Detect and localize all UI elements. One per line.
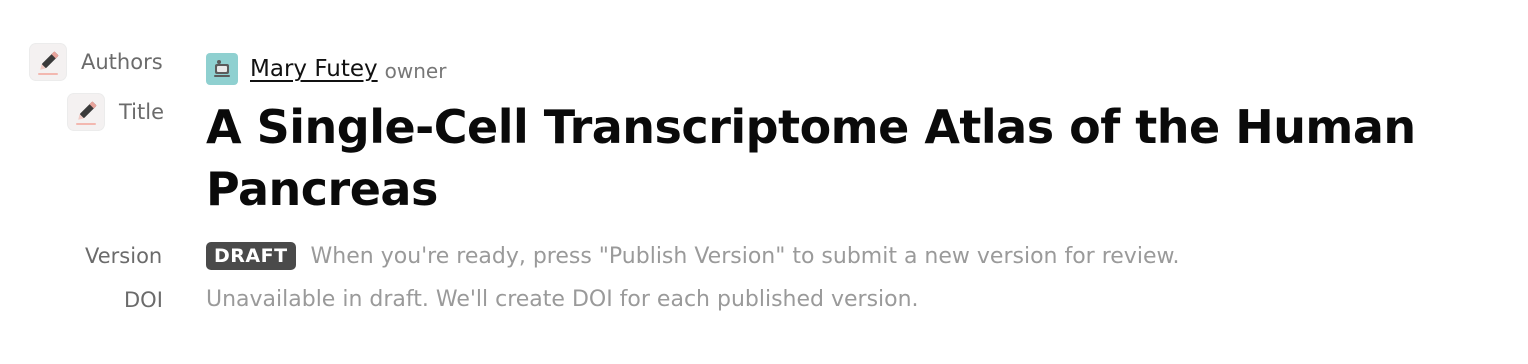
author-entry: Mary Futey owner [206, 52, 446, 86]
title-edit-icon[interactable] [68, 94, 104, 130]
avatar-illustration-icon [206, 53, 238, 85]
authors-edit-icon[interactable] [30, 44, 66, 80]
author-role: owner [384, 58, 447, 83]
version-label: Version [85, 244, 163, 268]
doi-label: DOI [124, 288, 163, 312]
author-name-link[interactable]: Mary Futey [250, 56, 378, 82]
title-label: Title [119, 100, 165, 124]
authors-label: Authors [81, 50, 163, 74]
page-title[interactable]: A Single-Cell Transcriptome Atlas of the… [206, 96, 1506, 220]
version-status: DRAFT When you're ready, press "Publish … [206, 240, 1179, 272]
version-note: When you're ready, press "Publish Versio… [310, 243, 1180, 269]
doi-note: Unavailable in draft. We'll create DOI f… [206, 287, 919, 312]
draft-badge: DRAFT [206, 242, 296, 270]
